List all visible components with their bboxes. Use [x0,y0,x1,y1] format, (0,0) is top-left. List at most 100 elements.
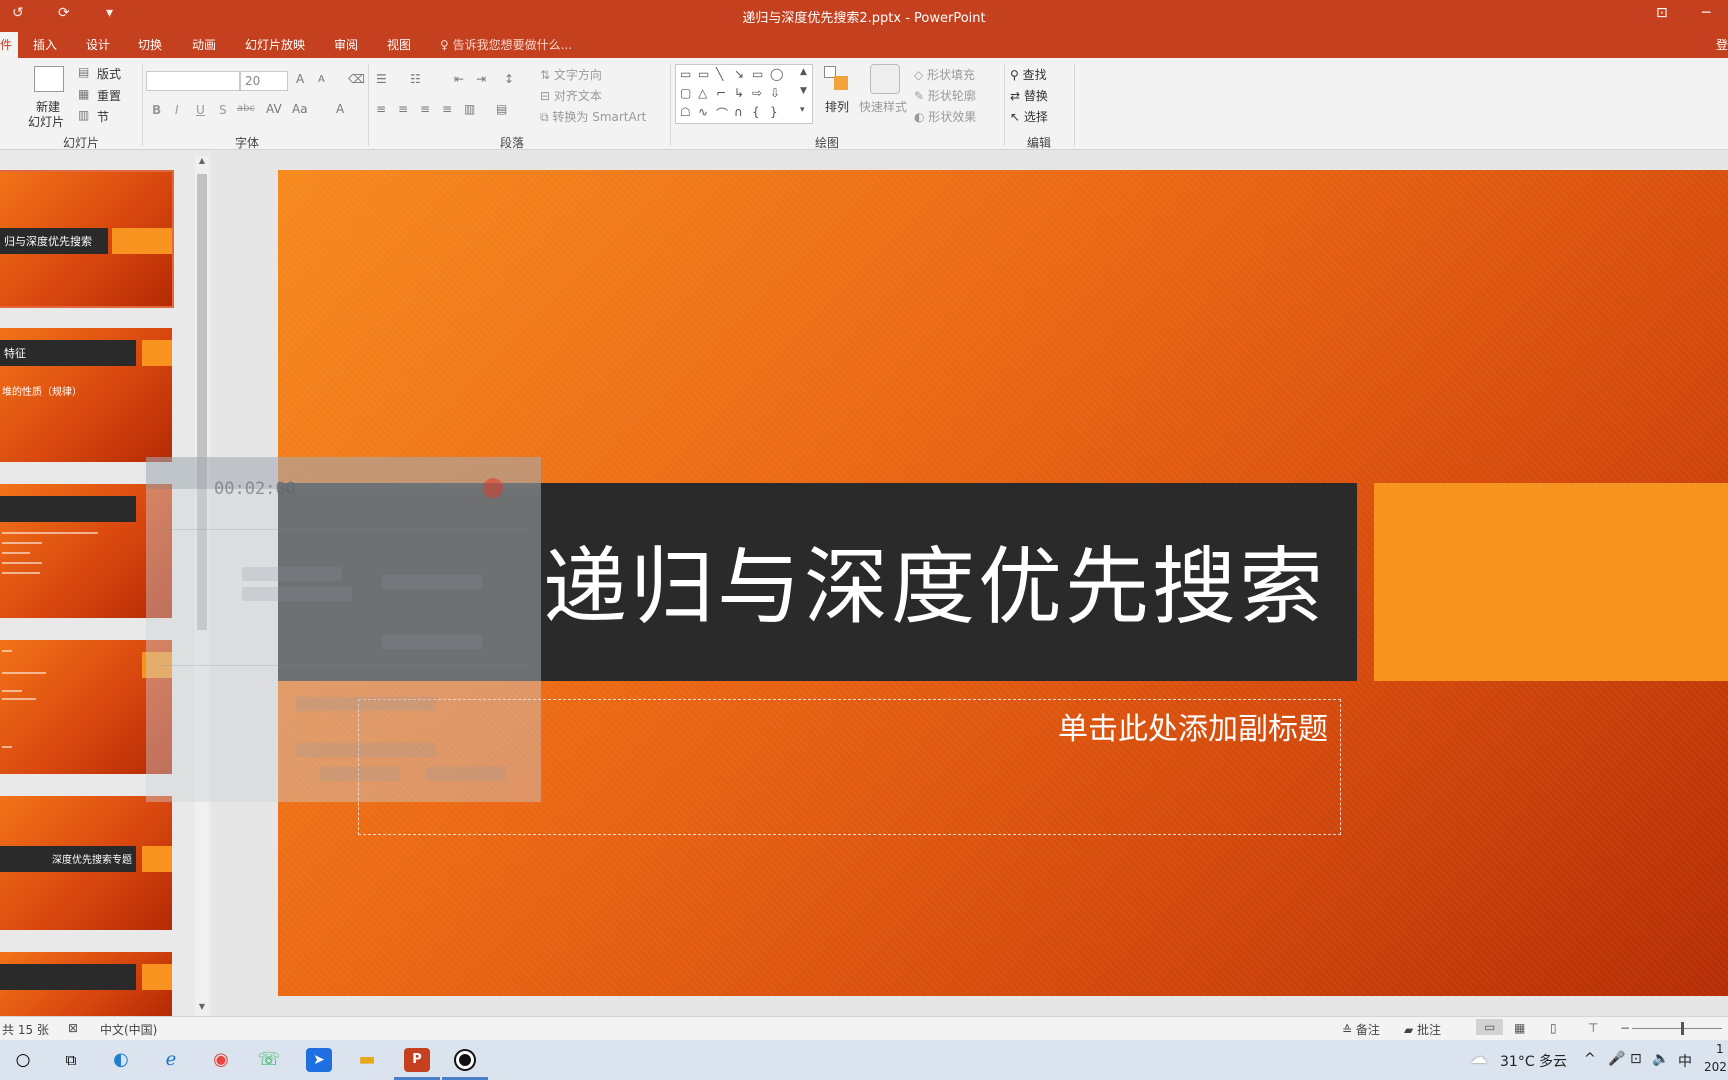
weather-text[interactable]: 31°C 多云 [1500,1051,1567,1071]
tab-slideshow[interactable]: 幻灯片放映 [245,36,305,53]
textbox-shape-icon[interactable]: ▭ [680,67,691,81]
convert-smartart-button[interactable]: ⧉ 转换为 SmartArt [540,108,646,125]
replace-button[interactable]: ⇄ 替换 [1010,87,1048,104]
increase-indent-icon[interactable]: ⇥ [476,72,486,86]
tab-insert[interactable]: 插入 [33,36,57,53]
align-left-icon[interactable]: ≡ [376,102,386,116]
font-color-icon[interactable]: A [336,102,344,116]
wechat-icon[interactable]: ☏ [256,1048,282,1072]
section-button[interactable]: 节 [97,108,109,125]
feishu-icon[interactable]: ➤ [306,1048,332,1072]
clock-time[interactable]: 1 [1716,1042,1724,1056]
align-right-icon[interactable]: ≡ [420,102,430,116]
char-spacing-icon[interactable]: AV [266,102,282,116]
font-size-input[interactable]: 20 [240,71,288,91]
triangle-shape-icon[interactable]: △ [698,86,707,100]
show-hidden-icons-icon[interactable]: ^ [1584,1051,1596,1067]
strikethrough-button[interactable]: abc [237,103,255,114]
layout-button[interactable]: 版式 [97,65,121,82]
rounded-rect-shape-icon[interactable]: ▢ [680,86,691,100]
oval-shape-icon[interactable]: ◯ [770,67,783,81]
volume-icon[interactable]: 🔈 [1652,1051,1669,1067]
slide-thumbnail-1[interactable]: 归与深度优先搜索 [0,170,174,308]
shape-effects-button[interactable]: ◐ 形状效果 [914,108,976,125]
distributed-icon[interactable]: ▥ [464,102,475,116]
proofing-icon[interactable]: ⊠ [68,1021,78,1035]
numbering-icon[interactable]: ☷ [410,72,421,86]
shadow-button[interactable]: S [219,103,227,117]
scribble-shape-icon[interactable]: ∿ [698,105,708,119]
gallery-scroll-down-icon[interactable]: ▼ [800,86,807,96]
line-shape-icon[interactable]: ╲ [716,67,723,81]
text-direction-button[interactable]: ⇅ 文字方向 [540,66,602,83]
gallery-scroll-up-icon[interactable]: ▲ [800,67,807,77]
shapes-gallery[interactable]: ▭ ▭ ╲ ↘ ▭ ◯ ▢ △ ⌐ ↳ ⇨ ⇩ ☖ ∿ ⌒ ∩ { } ▲ ▼ … [675,64,813,124]
zoom-out-icon[interactable]: − [1620,1021,1630,1035]
slideshow-view-icon[interactable]: ⊤ [1588,1021,1598,1035]
slide-thumbnail-6[interactable] [0,952,172,1016]
gallery-more-icon[interactable]: ▾ [800,105,805,115]
powerpoint-taskbar-icon[interactable]: P [404,1048,430,1072]
edge-browser-icon[interactable]: ◐ [108,1048,134,1072]
notes-button[interactable]: ≙ 备注 [1342,1021,1380,1038]
microphone-icon[interactable]: 🎤 [1608,1051,1625,1067]
tab-transitions[interactable]: 切换 [138,36,162,53]
arrow-line-shape-icon[interactable]: ↘ [734,67,744,81]
quick-styles-button[interactable]: 快速样式 [859,98,907,115]
task-view-icon[interactable]: ⧉ [58,1048,84,1072]
rectangle-shape-icon[interactable]: ▭ [752,67,763,81]
arc-shape-icon[interactable]: ⌒ [716,105,728,122]
arrange-button[interactable]: 排列 [825,98,849,115]
shrink-font-icon[interactable]: A [318,74,325,85]
bold-button[interactable]: B [152,103,161,117]
slide-thumbnail-2[interactable]: 特征 堆的性质（规律） [0,328,172,462]
network-icon[interactable]: ⊡ [1630,1051,1642,1067]
slide-thumbnail-5[interactable]: 深度优先搜索专题 [0,796,172,930]
chrome-icon[interactable]: ◉ [208,1048,234,1072]
minimize-button[interactable]: ─ [1702,5,1710,21]
clock-date[interactable]: 202 [1704,1060,1727,1074]
grow-font-icon[interactable]: A [296,72,304,86]
internet-explorer-icon[interactable]: ℯ [158,1048,184,1072]
italic-button[interactable]: I [175,103,179,117]
elbow-connector-shape-icon[interactable]: ⌐ [716,86,726,100]
justify-icon[interactable]: ≡ [442,102,452,116]
slide-sorter-icon[interactable]: ▦ [1514,1021,1525,1035]
font-name-input[interactable] [146,71,240,91]
columns-icon[interactable]: ▤ [496,102,507,116]
quick-styles-icon[interactable] [870,64,900,94]
right-arrow-shape-icon[interactable]: ⇨ [752,86,762,100]
account-signin[interactable]: 登 [1716,36,1728,53]
new-slide-icon[interactable] [34,66,64,92]
left-brace-shape-icon[interactable]: { [752,105,760,119]
search-circle-icon[interactable]: ○ [10,1048,36,1072]
elbow-arrow-shape-icon[interactable]: ↳ [734,86,744,100]
down-arrow-shape-icon[interactable]: ⇩ [770,86,780,100]
language-indicator[interactable]: 中文(中国) [100,1021,157,1038]
select-button[interactable]: ↖ 选择 [1010,108,1048,125]
right-brace-shape-icon[interactable]: } [770,105,778,119]
shape-fill-button[interactable]: ◇ 形状填充 [914,66,975,83]
freeform-shape-icon[interactable]: ☖ [680,105,691,119]
zoom-slider-knob[interactable] [1681,1022,1684,1035]
find-button[interactable]: ⚲ 查找 [1010,66,1047,83]
arrange-icon[interactable] [824,66,850,92]
tab-file[interactable]: 件 [0,32,19,58]
change-case-icon[interactable]: Aa [292,102,308,116]
decrease-indent-icon[interactable]: ⇤ [454,72,464,86]
scroll-up-icon[interactable]: ▲ [195,156,209,170]
tab-review[interactable]: 审阅 [334,36,358,53]
normal-view-icon[interactable]: ▭ [1476,1019,1504,1035]
underline-button[interactable]: U [196,103,205,117]
clear-formatting-icon[interactable]: ⌫ [348,72,365,86]
reading-view-icon[interactable]: ▯ [1550,1021,1557,1035]
reset-button[interactable]: 重置 [97,87,121,104]
comments-button[interactable]: ▰ 批注 [1404,1021,1441,1038]
shape-outline-button[interactable]: ✎ 形状轮廓 [914,87,976,104]
bullets-icon[interactable]: ☰ [376,72,387,86]
record-stop-icon[interactable] [483,478,503,498]
curve-shape-icon[interactable]: ∩ [734,105,743,119]
scroll-down-icon[interactable]: ▼ [195,1002,209,1016]
tab-view[interactable]: 视图 [387,36,411,53]
tell-me-search[interactable]: ♀ 告诉我您想要做什么... [440,36,572,53]
